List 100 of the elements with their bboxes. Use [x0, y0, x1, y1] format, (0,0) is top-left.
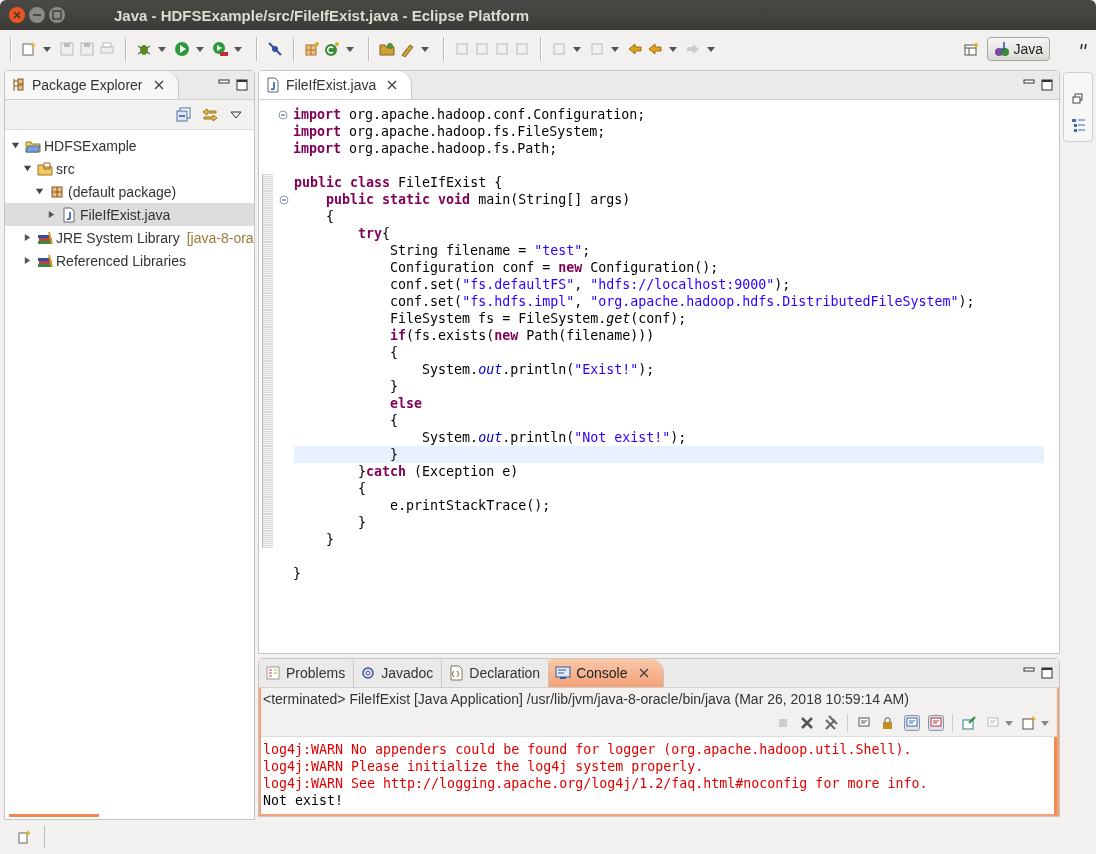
close-all-icon[interactable]	[823, 715, 839, 731]
dropdown-arrow-icon[interactable]	[1041, 719, 1049, 727]
maximize-icon[interactable]	[1041, 79, 1053, 91]
code-line: conf.set("fs.hdfs.impl", "org.apache.hadoop.hdfs.DistributedFileSystem");	[389, 293, 976, 310]
view-tab[interactable]: Console	[549, 659, 664, 687]
new-item-icon[interactable]	[16, 829, 32, 845]
back-icon[interactable]	[647, 41, 663, 57]
tree-item[interactable]: Referenced Libraries	[5, 249, 254, 272]
console-output-line: log4j:WARN Please initialize the log4j system properly.	[263, 758, 705, 775]
console-description: <terminated> FileIfExist [Java Application] /usr/lib/jvm/java-8-oracle/bin/java (Mar 26, 2018 10:59:14 AM)	[261, 688, 1057, 710]
code-line: try{	[357, 225, 392, 242]
code-line: }catch (Exception e)	[357, 463, 520, 480]
java-perspective-button[interactable]: Java	[987, 37, 1050, 61]
code-line: public static void main(String[] args)	[325, 191, 632, 208]
dropdown-arrow-icon[interactable]	[421, 45, 429, 53]
open-perspective-icon[interactable]	[963, 41, 980, 57]
collapsed-arrow-icon[interactable]	[47, 210, 56, 219]
console-icon	[555, 665, 572, 681]
console-output-line: Not exist!	[263, 792, 345, 809]
folder-icon	[37, 160, 53, 177]
code-line: }	[293, 565, 302, 582]
console-output-line: log4j:WARN See http://logging.apache.org/log4j/1.2/faq.html#noconfig for more info.	[263, 775, 929, 792]
monitor-icon[interactable]	[904, 715, 920, 731]
outline-icon[interactable]	[1070, 117, 1086, 133]
expanded-arrow-icon[interactable]	[23, 164, 32, 173]
code-line: if(fs.exists(new Path(filename)))	[389, 327, 656, 344]
run-external-icon[interactable]	[212, 41, 228, 57]
code-line: import org.apache.hadoop.conf.Configuration;	[293, 106, 647, 123]
tree-item[interactable]: src	[5, 157, 254, 180]
dropdown-arrow-icon[interactable]	[611, 45, 619, 53]
dropdown-arrow-icon[interactable]	[669, 45, 677, 53]
tree-item[interactable]: HDFSExample	[5, 134, 254, 157]
dropdown-arrow-icon[interactable]	[196, 45, 204, 53]
dropdown-arrow-icon[interactable]	[707, 45, 715, 53]
close-icon[interactable]	[153, 80, 164, 90]
new-file-icon[interactable]	[21, 41, 37, 57]
code-line: System.out.println("Exist!");	[421, 361, 656, 378]
collapsed-arrow-icon[interactable]	[23, 233, 32, 242]
code-line: {	[357, 480, 368, 497]
code-line: {	[389, 412, 400, 429]
code-line: public class FileIfExist {	[294, 174, 504, 191]
code-line: System.out.println("Not exist!");	[421, 429, 688, 446]
dropdown-arrow-icon[interactable]	[1005, 719, 1013, 727]
collapsed-arrow-icon[interactable]	[23, 256, 32, 265]
dropdown-arrow-icon[interactable]	[573, 45, 581, 53]
monitor-error-icon[interactable]	[928, 715, 944, 731]
close-icon[interactable]	[387, 80, 398, 90]
window-title: Java - HDFSExample/src/FileIfExist.java - Eclipse Platform	[114, 6, 530, 24]
dropdown-arrow-icon[interactable]	[158, 45, 166, 53]
close-icon[interactable]	[638, 668, 649, 678]
code-line: }	[389, 378, 400, 395]
code-line: conf.set("fs.defaultFS", "hdfs://localhost:9000");	[389, 276, 792, 293]
package-explorer-icon	[11, 77, 27, 93]
dropdown-arrow-icon[interactable]	[346, 45, 354, 53]
collapse-all-icon[interactable]	[176, 107, 192, 123]
collapse-icon[interactable]	[278, 194, 289, 205]
code-line: FileSystem fs = FileSystem.get(conf);	[389, 310, 688, 327]
run-icon[interactable]	[174, 41, 190, 57]
code-line: import org.apache.hadoop.fs.Path;	[293, 140, 559, 157]
code-line: else	[389, 395, 424, 412]
maximize-icon[interactable]	[1041, 667, 1053, 679]
code-line: String filename = "test";	[389, 242, 592, 259]
library-version-label: [java-8-ora	[186, 229, 254, 246]
tree-item[interactable]: (default package)	[5, 180, 254, 203]
at-sign-icon	[360, 665, 377, 681]
code-line: {	[389, 344, 400, 361]
code-line: }	[357, 514, 368, 531]
problems-icon	[265, 665, 281, 681]
tree-item[interactable]: FileIfExist.java	[5, 203, 254, 226]
library-books-icon	[37, 229, 53, 246]
new-class-icon[interactable]	[324, 41, 340, 57]
expanded-arrow-icon[interactable]	[11, 141, 20, 150]
restore-icon[interactable]	[1070, 91, 1086, 107]
code-line: }	[325, 531, 336, 548]
java-file-icon	[265, 77, 281, 93]
close-icon[interactable]	[799, 715, 815, 731]
new-package-icon[interactable]	[304, 41, 320, 57]
library-books-icon	[37, 252, 53, 269]
collapse-icon[interactable]	[277, 109, 288, 120]
editor-tab[interactable]: FileIfExist.java	[259, 71, 413, 99]
code-line: import org.apache.hadoop.fs.FileSystem;	[293, 123, 607, 140]
package-icon	[49, 183, 65, 200]
tree-item[interactable]: JRE System Library [java-8-ora	[5, 226, 254, 249]
package-explorer-tab[interactable]: Package Explorer	[5, 71, 179, 99]
new-console-icon[interactable]	[1021, 715, 1037, 731]
code-line: {	[325, 208, 336, 225]
last-edit-icon[interactable]	[627, 41, 643, 57]
dropdown-arrow-icon[interactable]	[43, 45, 51, 53]
code-line: Configuration conf = new Configuration();	[389, 259, 720, 276]
expanded-arrow-icon[interactable]	[35, 187, 44, 196]
open-folder-icon[interactable]	[379, 41, 395, 57]
java-file-icon	[61, 206, 77, 223]
dropdown-arrow-icon[interactable]	[234, 45, 242, 53]
console-output-line: log4j:WARN No appenders could be found for logger (org.apache.hadoop.util.Shell).	[263, 741, 913, 758]
minimize-icon[interactable]	[28, 6, 46, 24]
code-line: e.printStackTrace();	[389, 497, 552, 514]
pin-icon[interactable]	[961, 715, 977, 731]
link-editor-icon[interactable]	[202, 107, 218, 123]
maximize-icon[interactable]	[236, 79, 248, 91]
java-perspective-icon	[994, 41, 1011, 57]
